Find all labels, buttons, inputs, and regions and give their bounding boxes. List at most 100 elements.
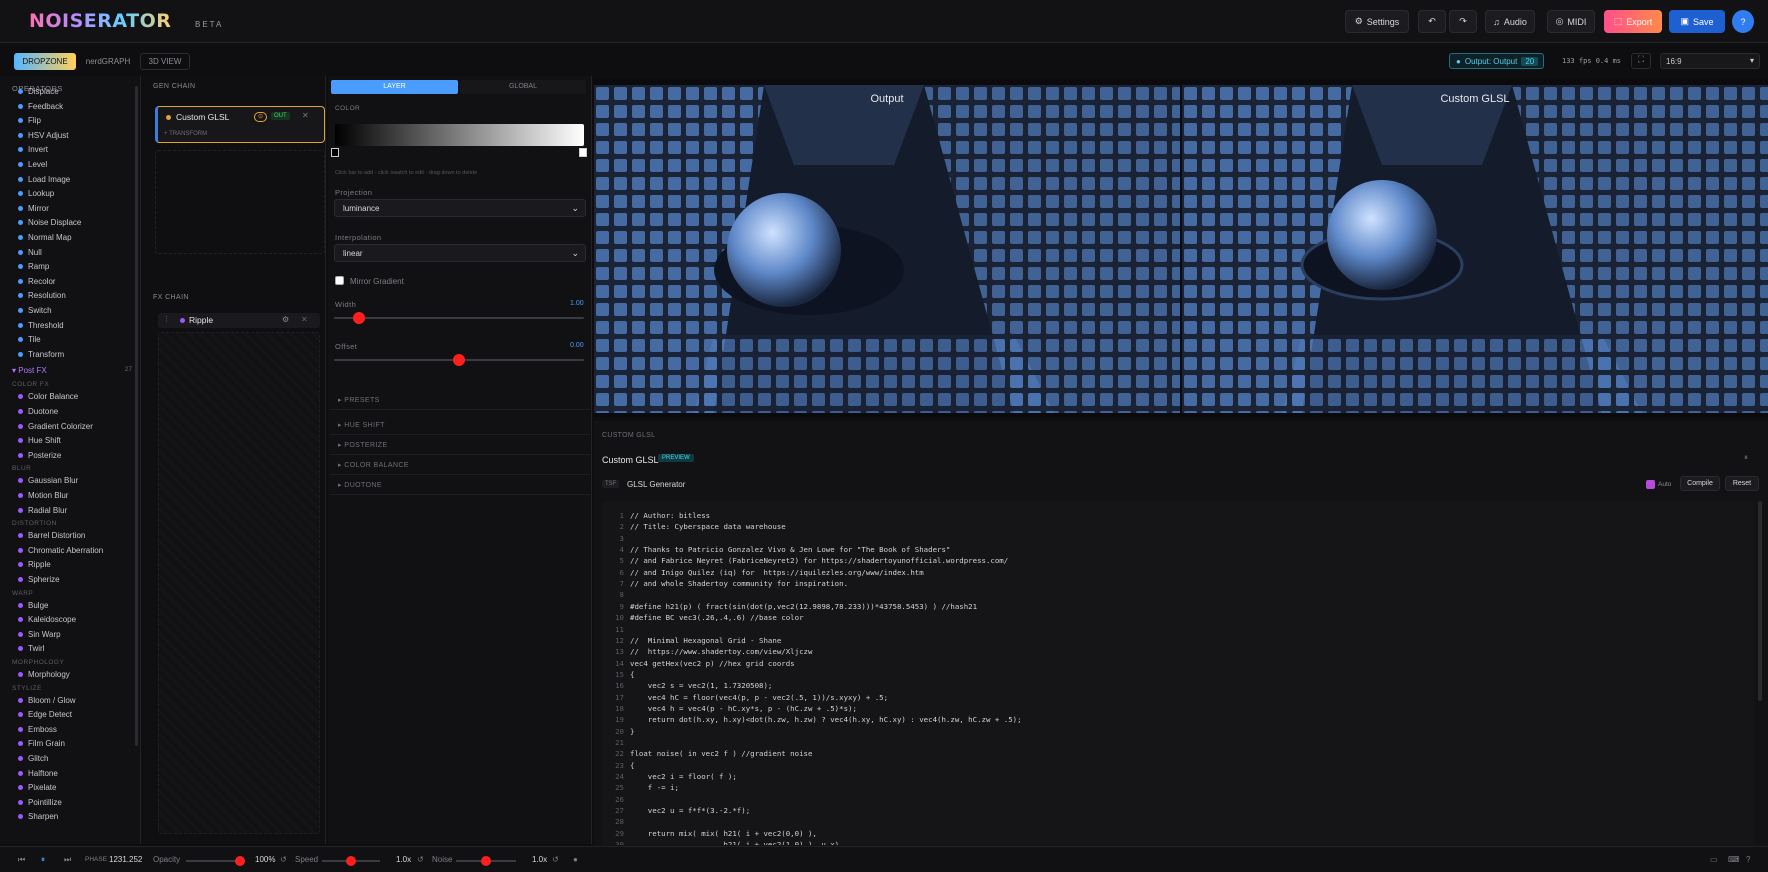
accordion-posterize[interactable]: ▸ POSTERIZE	[338, 441, 388, 449]
auto-checkbox[interactable]	[1646, 480, 1655, 489]
fx-chain-dropzone[interactable]	[158, 332, 320, 834]
layout-icon[interactable]: ▭	[1710, 855, 1718, 864]
operator-item[interactable]: Noise Displace	[18, 218, 81, 227]
operator-item[interactable]: Load Image	[18, 175, 70, 184]
operator-item[interactable]: Threshold	[18, 321, 64, 330]
noise-slider[interactable]	[456, 856, 516, 866]
accordion-hue-shift[interactable]: ▸ HUE SHIFT	[338, 421, 385, 429]
fx-item[interactable]: Sharpen	[18, 812, 58, 821]
operator-item[interactable]: Ramp	[18, 262, 49, 271]
gradient-stop-black[interactable]	[331, 148, 339, 157]
fx-item[interactable]: Gaussian Blur	[18, 476, 78, 485]
gen-node-custom-glsl[interactable]: Custom GLSL ⊙ OUT ✕ + TRANSFORM	[155, 106, 325, 143]
accordion-presets[interactable]: ▸ PRESETS	[338, 396, 380, 404]
fx-item[interactable]: Spherize	[18, 575, 60, 584]
projection-select[interactable]: luminance ⌄	[334, 199, 586, 217]
gradient-stop-white[interactable]	[579, 148, 587, 157]
operators-scrollbar[interactable]	[135, 86, 138, 746]
skip-back-icon[interactable]: ⏮	[18, 855, 25, 865]
fx-item[interactable]: Glitch	[18, 754, 48, 763]
fx-item[interactable]: Edge Detect	[18, 710, 72, 719]
tab-dropzone[interactable]: DROPZONE	[14, 53, 76, 70]
interpolation-select[interactable]: linear ⌄	[334, 244, 586, 262]
fx-item[interactable]: Bulge	[18, 601, 48, 610]
tab-global[interactable]: GLOBAL	[460, 80, 586, 94]
operator-item[interactable]: Normal Map	[18, 233, 72, 242]
keyboard-icon[interactable]: ⌨	[1728, 855, 1740, 864]
save-button[interactable]: ▣ Save	[1669, 10, 1725, 33]
output-preview[interactable]: Output	[594, 85, 1180, 413]
operator-item[interactable]: HSV Adjust	[18, 131, 68, 140]
audio-button[interactable]: ♫ Audio	[1485, 10, 1535, 33]
offset-slider[interactable]	[334, 354, 584, 366]
help-button[interactable]: ?	[1732, 10, 1754, 33]
speed-reset-icon[interactable]: ↺	[417, 855, 424, 864]
close-icon[interactable]: ✕	[302, 111, 309, 120]
offset-slider-knob[interactable]	[453, 354, 465, 366]
fx-node-ripple[interactable]: ⋮ Ripple ⚙ ✕	[158, 313, 320, 328]
compile-button[interactable]: Compile	[1680, 476, 1720, 491]
operator-item[interactable]: Null	[18, 248, 42, 257]
fx-item[interactable]: Emboss	[18, 725, 57, 734]
width-slider-knob[interactable]	[353, 312, 365, 324]
aspect-select[interactable]: 16:9 ▾	[1660, 53, 1760, 69]
operator-item[interactable]: Recolor	[18, 277, 56, 286]
noise-reset-icon[interactable]: ↺	[552, 855, 559, 864]
speed-slider[interactable]	[322, 856, 380, 866]
undo-button[interactable]: ↶	[1418, 10, 1446, 33]
opacity-slider[interactable]	[186, 856, 245, 866]
fx-item[interactable]: Barrel Distortion	[18, 531, 85, 540]
code-editor[interactable]: 1 // Author: bitless 2 // Title: Cyberspace…	[602, 501, 1754, 845]
operator-item[interactable]: Tile	[18, 335, 41, 344]
collapse-icon[interactable]: ⏸	[1744, 453, 1748, 463]
operator-item[interactable]: Resolution	[18, 291, 66, 300]
fullscreen-button[interactable]: ⛶	[1631, 53, 1651, 69]
fx-item[interactable]: Chromatic Aberration	[18, 546, 103, 555]
gradient-bar[interactable]	[335, 124, 584, 146]
settings-button[interactable]: ⚙ Settings	[1345, 10, 1409, 33]
fx-item[interactable]: Ripple	[18, 560, 51, 569]
fx-item[interactable]: Halftone	[18, 769, 58, 778]
node-toggle-icon[interactable]: ⊙	[254, 112, 267, 122]
operator-item[interactable]: Feedback	[18, 102, 63, 111]
skip-forward-icon[interactable]: ⏭	[64, 855, 71, 865]
operator-item[interactable]: Mirror	[18, 204, 49, 213]
speed-slider-knob[interactable]	[346, 856, 356, 866]
fx-item[interactable]: Kaleidoscope	[18, 615, 76, 624]
help-icon[interactable]: ?	[1746, 855, 1750, 864]
opacity-reset-icon[interactable]: ↺	[280, 855, 287, 864]
noise-slider-knob[interactable]	[481, 856, 491, 866]
tab-layer[interactable]: LAYER	[331, 80, 458, 94]
export-button[interactable]: ⬚ Export	[1604, 10, 1662, 33]
operator-item[interactable]: Lookup	[18, 189, 54, 198]
fx-item[interactable]: Twirl	[18, 644, 44, 653]
operator-item[interactable]: Transform	[18, 350, 64, 359]
mirror-gradient-checkbox[interactable]	[335, 276, 344, 285]
fx-item[interactable]: Duotone	[18, 407, 58, 416]
fx-item[interactable]: Morphology	[18, 670, 70, 679]
opacity-slider-knob[interactable]	[235, 856, 245, 866]
fx-item[interactable]: Film Grain	[18, 739, 65, 748]
fx-item[interactable]: Radial Blur	[18, 506, 67, 515]
gen-chain-dropzone[interactable]	[155, 150, 325, 254]
add-transform-button[interactable]: + TRANSFORM	[164, 131, 207, 137]
midi-button[interactable]: ◎ MIDI	[1547, 10, 1595, 33]
tab-nerdgraph[interactable]: nerdGRAPH	[80, 53, 136, 70]
record-icon[interactable]: ●	[573, 855, 578, 864]
fx-item[interactable]: Pixelate	[18, 783, 56, 792]
postfx-group[interactable]: ▾ Post FX 27	[12, 366, 132, 375]
fx-item[interactable]: Motion Blur	[18, 491, 68, 500]
accordion-color-balance[interactable]: ▸ COLOR BALANCE	[338, 461, 409, 469]
operator-item[interactable]: Flip	[18, 116, 41, 125]
reset-button[interactable]: Reset	[1725, 476, 1759, 491]
fx-item[interactable]: Color Balance	[18, 392, 78, 401]
output-status[interactable]: ● Output: Output 20	[1449, 53, 1544, 69]
fx-settings-icon[interactable]: ⚙	[282, 315, 289, 324]
fx-close-icon[interactable]: ✕	[301, 315, 308, 324]
code-scrollbar[interactable]	[1758, 501, 1762, 701]
fx-item[interactable]: Bloom / Glow	[18, 696, 76, 705]
accordion-duotone[interactable]: ▸ DUOTONE	[338, 481, 382, 489]
redo-button[interactable]: ↷	[1449, 10, 1477, 33]
pause-icon[interactable]: ⏸	[41, 855, 45, 865]
operator-item[interactable]: Invert	[18, 145, 48, 154]
